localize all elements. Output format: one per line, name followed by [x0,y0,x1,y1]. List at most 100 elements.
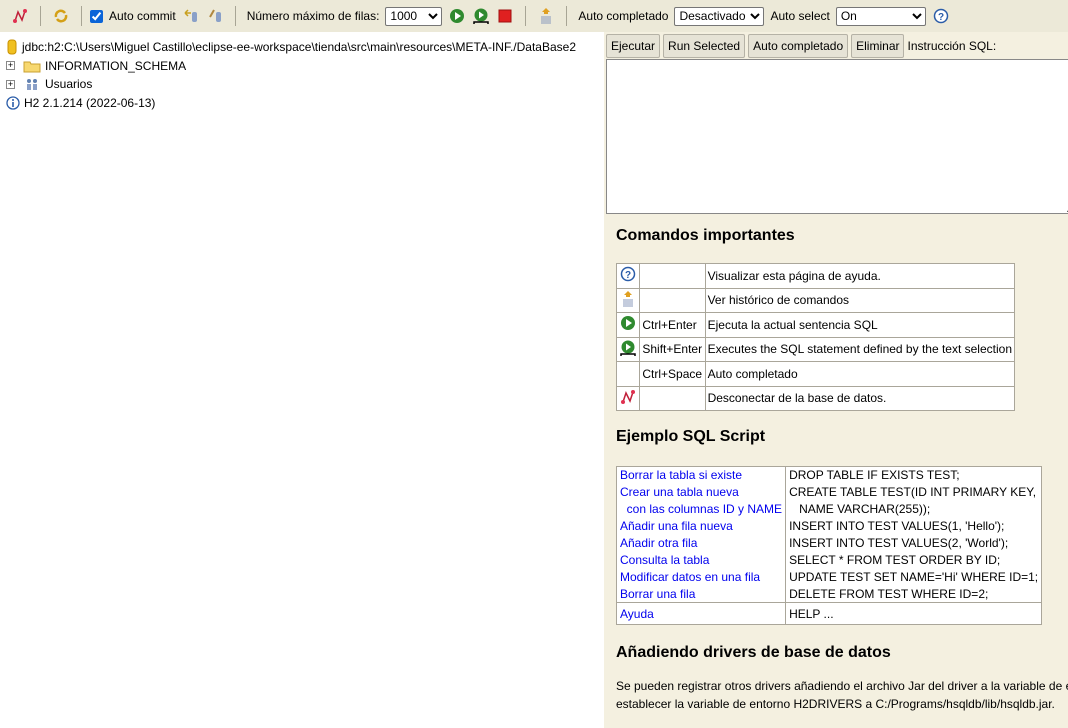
example-sql: CREATE TABLE TEST(ID INT PRIMARY KEY, [789,485,1037,499]
command-desc: Ver histórico de comandos [704,287,1016,313]
example-sql: INSERT INTO TEST VALUES(2, 'World'); [789,536,1009,550]
example-row: Añadir otra fila INSERT INTO TEST VALUES(… [616,534,1042,552]
autoselect-label: Auto select [770,9,830,23]
separator [525,6,527,26]
example-link[interactable]: Borrar una fila [616,585,787,603]
autocomplete-select[interactable]: Desactivado [674,6,765,26]
example-row: Consulta la tabla SELECT * FROM TEST ORDE… [616,551,1042,569]
example-row: Modificar datos en una fila UPDATE TEST S… [616,568,1042,586]
example-sql: DELETE FROM TEST WHERE ID=2; [789,586,989,601]
commands-title: Comandos importantes [616,227,795,244]
command-desc: Desconectar de la base de datos. [704,385,1016,411]
commands-table: ? Visualizar esta página de ayuda. Ver his… [615,263,1016,411]
expand-icon[interactable]: + [6,61,15,71]
clear-button[interactable]: Eliminar [851,33,905,58]
autocomplete-button[interactable]: Auto completado [748,33,849,58]
sql-input[interactable] [606,59,1068,214]
example-link[interactable]: Borrar la tabla si existe [616,466,787,484]
command-key: Ctrl+Space [639,361,706,387]
help-icon: ? [615,263,641,289]
run-selected-icon [615,336,641,362]
command-desc: Executes the SQL statement defined by th… [704,336,1016,362]
tree-item-label: Usuarios [45,77,93,92]
history-icon[interactable] [537,7,555,25]
toolbar: Auto commit Número máximo de filas: 1000… [0,0,1068,32]
command-key [639,263,706,289]
svg-text:?: ? [938,12,944,23]
command-row: Shift+Enter Executes the SQL statement de… [615,336,1016,362]
example-row: Borrar una fila DELETE FROM TEST WHERE ID… [616,585,1042,603]
drivers-text: Se pueden registrar otros drivers añadie… [616,679,1068,693]
example-link[interactable]: Añadir una fila nueva [616,517,787,535]
example-link[interactable]: Consulta la tabla [616,551,787,569]
tree-version: H2 2.1.214 (2022-06-13) [6,94,604,113]
command-desc: Ejecuta la actual sentencia SQL [704,312,1016,338]
info-icon [6,96,20,110]
example-table: Borrar la tabla si existe DROP TABLE IF E… [616,466,1043,625]
folder-icon [23,61,41,73]
run-selected-icon[interactable] [472,7,490,25]
tree-item-label: INFORMATION_SCHEMA [45,58,187,73]
empty-icon-cell [615,361,641,387]
example-row: Crear una tabla nueva CREATE TABLE TEST(I… [616,483,1042,501]
run-selected-button[interactable]: Run Selected [663,33,746,58]
disconnect-icon[interactable] [11,7,29,25]
run-icon[interactable] [448,7,466,25]
command-row: Desconectar de la base de datos. [615,385,1016,411]
help-section: Comandos importantes ? Visualizar esta pá… [615,227,1068,713]
example-link[interactable]: Modificar datos en una fila [616,568,787,586]
tree-item-information-schema[interactable]: + INFORMATION_SCHEMA [6,57,604,76]
example-title: Ejemplo SQL Script [616,428,766,445]
example-sql: HELP ... [785,602,1042,625]
schema-tree: jdbc:h2:C:\Users\Miguel Castillo\eclipse… [0,32,604,728]
example-link[interactable]: Ayuda [616,602,787,625]
auto-commit-checkbox[interactable] [90,9,103,23]
query-panel: Ejecutar Run Selected Auto completado El… [604,32,1068,728]
example-row: con las columnas ID y NAME NAME VARCHAR(… [616,500,1042,518]
autoselect-select[interactable]: On [835,6,926,26]
command-row: Ctrl+Enter Ejecuta la actual sentencia SQ… [615,312,1016,338]
auto-commit-label: Auto commit [109,9,176,23]
example-sql: NAME VARCHAR(255)); [789,502,931,516]
example-sql: UPDATE TEST SET NAME='Hi' WHERE ID=1; [789,570,1039,584]
example-link[interactable]: Añadir otra fila [616,534,787,552]
autocomplete-label: Auto completado [578,9,669,23]
run-icon [615,312,641,338]
example-link[interactable]: con las columnas ID y NAME [616,500,787,518]
history-icon [615,287,641,313]
separator [81,6,82,26]
execute-button[interactable]: Ejecutar [606,33,661,58]
max-rows-select[interactable]: 1000 [385,6,443,26]
stop-icon[interactable] [496,7,514,25]
example-row: Añadir una fila nueva INSERT INTO TEST VA… [616,517,1042,535]
max-rows-label: Número máximo de filas: [246,9,380,23]
example-sql: DROP TABLE IF EXISTS TEST; [789,468,960,483]
example-row: Borrar la tabla si existe DROP TABLE IF E… [616,466,1042,484]
command-desc: Auto completado [704,361,1016,387]
drivers-title: Añadiendo drivers de base de datos [616,644,891,661]
command-key [639,385,706,411]
commit-icon[interactable] [206,7,224,25]
example-sql: INSERT INTO TEST VALUES(1, 'Hello'); [789,519,1005,533]
svg-text:?: ? [625,270,631,281]
expand-icon[interactable]: + [6,79,15,89]
example-sql: SELECT * FROM TEST ORDER BY ID; [789,553,1001,567]
separator [40,6,41,26]
command-row: ? Visualizar esta página de ayuda. [615,263,1016,289]
command-key: Ctrl+Enter [639,312,706,338]
rollback-icon[interactable] [182,7,200,25]
example-link[interactable]: Crear una tabla nueva [616,483,787,501]
tree-item-usuarios[interactable]: + Usuarios [6,75,604,94]
command-key: Shift+Enter [639,336,706,362]
database-icon [7,39,17,55]
refresh-icon[interactable] [52,7,70,25]
connection-url: jdbc:h2:C:\Users\Miguel Castillo\eclipse… [22,40,576,55]
users-icon [27,79,37,91]
version-label: H2 2.1.214 (2022-06-13) [24,95,156,110]
help-icon[interactable]: ? [932,7,950,25]
disconnect-icon [615,385,641,411]
command-row: Ctrl+Space Auto completado [615,361,1016,387]
tree-connection[interactable]: jdbc:h2:C:\Users\Miguel Castillo\eclipse… [6,38,604,57]
separator [566,6,568,26]
sql-label: Instrucción SQL: [907,38,997,53]
